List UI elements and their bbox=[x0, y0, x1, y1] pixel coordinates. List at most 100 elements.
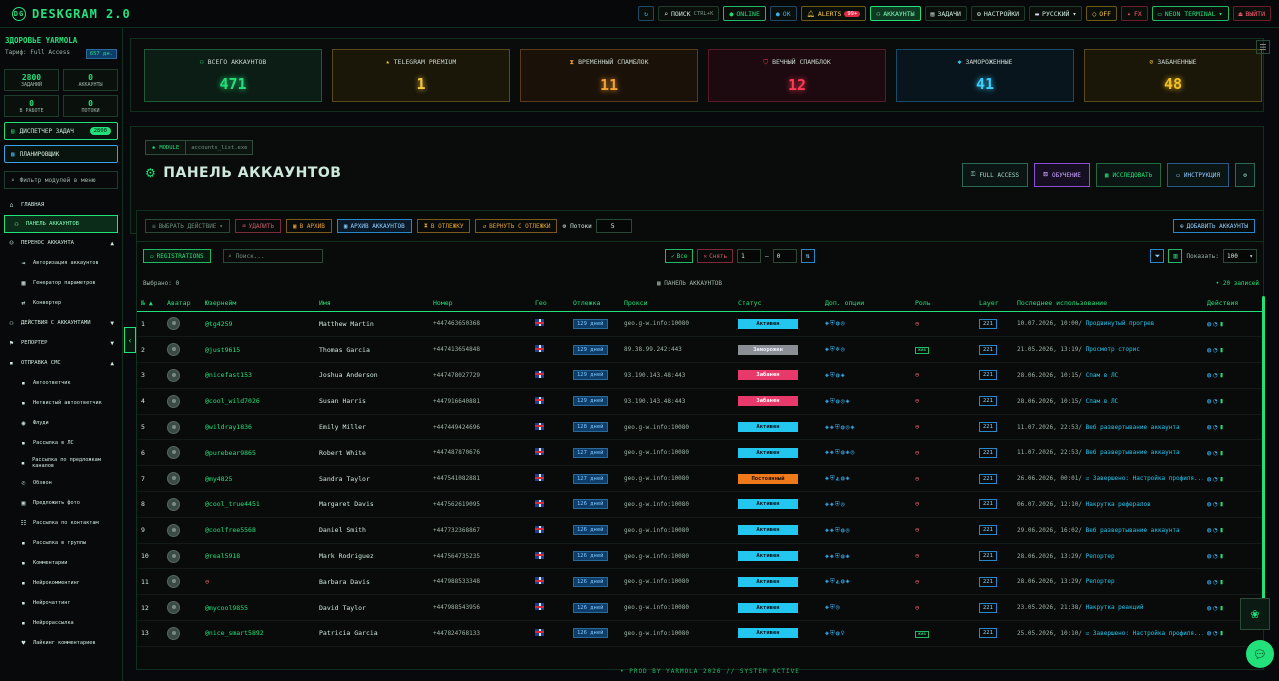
table-row[interactable]: 5 @wildray1836 Emily Miller +447449424696 12… bbox=[137, 414, 1263, 440]
avatar[interactable] bbox=[167, 601, 180, 615]
table-row[interactable]: 4 @cool_wild7026 Susan Harris +447916640881… bbox=[137, 388, 1263, 415]
table-scrollbar[interactable] bbox=[1262, 296, 1265, 630]
sidebar-item[interactable]: ▪ Нейрорассылка bbox=[0, 613, 122, 633]
tasks-button[interactable]: ▤ ЗАДАЧИ bbox=[924, 6, 967, 21]
from-cooldown-button[interactable]: ↺ ВЕРНУТЬ С ОТЛЕЖКИ bbox=[475, 219, 558, 233]
sidebar-item[interactable]: ▪ Нетвистый автоответчик bbox=[0, 393, 122, 413]
table-row[interactable]: 12 @mycool9855 David Taylor +447988543956 12… bbox=[137, 595, 1263, 621]
threads-input[interactable]: 5 bbox=[595, 219, 632, 233]
sidebar-item[interactable]: ☷ Рассылка по контактам bbox=[0, 513, 122, 533]
refresh-button[interactable]: ↻ bbox=[638, 6, 655, 21]
table-row[interactable]: 6 @purebear9865 Robert White +447487870676 1… bbox=[137, 440, 1263, 466]
column-header[interactable]: Роль bbox=[911, 295, 975, 311]
username-link[interactable]: @nice_smart5892 bbox=[205, 629, 264, 637]
column-header[interactable]: Статус bbox=[734, 295, 821, 311]
stat-in-work[interactable]: 0В РАБОТЕ bbox=[4, 95, 59, 117]
columns-button[interactable]: ▥ bbox=[1168, 249, 1183, 263]
column-header[interactable]: Аватар bbox=[163, 295, 201, 311]
dispatcher-button[interactable]: ▤ ДИСПЕТЧЕР ЗАДАЧ 2800 bbox=[4, 122, 118, 140]
username-link[interactable]: @nicefast153 bbox=[205, 371, 252, 379]
signal-icon[interactable]: ▮ bbox=[1219, 629, 1225, 637]
full-access-button[interactable]: ⚿ FULL ACCESS bbox=[961, 163, 1029, 187]
ok-indicator[interactable]: ● OK bbox=[769, 6, 797, 21]
avatar[interactable] bbox=[167, 394, 180, 408]
stat-card[interactable]: ⚇ ВСЕГО АККАУНТОВ 471 bbox=[144, 49, 322, 102]
username-link[interactable]: @cool_true4451 bbox=[205, 500, 260, 508]
sidebar-item[interactable]: ▦ Генератор параметров bbox=[0, 273, 122, 293]
avatar[interactable] bbox=[167, 420, 180, 434]
table-row[interactable]: 2 @just9615 Thomas Garcia +447413654848 129 … bbox=[137, 337, 1263, 363]
to-archive-button[interactable]: ▣ В АРХИВ bbox=[285, 219, 332, 233]
column-header[interactable]: Доп. опции bbox=[821, 295, 911, 311]
signal-icon[interactable]: ▮ bbox=[1219, 604, 1225, 612]
menu-button[interactable]: ☰ bbox=[1256, 40, 1270, 54]
alerts-button[interactable]: 🔔︎ ALERTS 99+ bbox=[800, 6, 867, 21]
stat-card[interactable]: ⛉ ВЕЧНЫЙ СПАМБЛОК 12 bbox=[708, 49, 886, 102]
signal-icon[interactable]: ▮ bbox=[1219, 423, 1225, 431]
logout-button[interactable]: ⏏ ВЫЙТИ bbox=[1232, 6, 1271, 21]
learn-button[interactable]: ⛾ ОБУЧЕНИЕ bbox=[1034, 163, 1090, 187]
sidebar-item[interactable]: ⇥ Авторизация аккаунтов bbox=[0, 253, 122, 273]
table-row[interactable]: 8 @cool_true4451 Margaret Davis +4475626190… bbox=[137, 492, 1263, 518]
settings-button[interactable]: ⚙ НАСТРОЙКИ bbox=[970, 6, 1026, 21]
username-link[interactable]: @just9615 bbox=[205, 346, 240, 354]
sidebar-item[interactable]: ▪ ОТПРАВКА СМС ▲ bbox=[0, 353, 122, 373]
avatar[interactable] bbox=[167, 523, 180, 537]
sidebar-item[interactable]: ▪ Рассылка по предложкам каналов bbox=[0, 453, 122, 473]
signal-icon[interactable]: ▮ bbox=[1219, 475, 1225, 483]
mascot-image[interactable]: ❀ bbox=[1240, 598, 1270, 630]
avatar[interactable] bbox=[167, 575, 180, 589]
app-logo[interactable]: DG DESKGRAM 2.0 bbox=[12, 6, 131, 21]
sidebar-item[interactable]: ☺ ПЕРЕНОС АККАУНТА ▲ bbox=[0, 233, 122, 253]
page-size-select[interactable]: 100 ▾ bbox=[1223, 249, 1257, 263]
add-accounts-button[interactable]: ⊕ ДОБАВИТЬ АККАУНТЫ bbox=[1172, 219, 1255, 233]
language-select[interactable]: ▬ РУССКИЙ ▾ bbox=[1029, 6, 1083, 21]
range-apply-button[interactable]: ⇅ bbox=[800, 249, 815, 263]
sidebar-item[interactable]: ▪ Нейрокомментинг bbox=[0, 573, 122, 593]
avatar[interactable] bbox=[167, 626, 180, 640]
sidebar-item[interactable]: ▪ Автоответчик bbox=[0, 373, 122, 393]
username-link[interactable]: @purebear9865 bbox=[205, 449, 256, 457]
signal-icon[interactable]: ▮ bbox=[1219, 397, 1225, 405]
range-to-input[interactable]: 0 bbox=[772, 249, 797, 263]
username-link[interactable]: @wildray1836 bbox=[205, 423, 252, 431]
username-link[interactable]: @real5918 bbox=[205, 552, 240, 560]
sidebar-collapse-button[interactable]: ‹ bbox=[124, 327, 136, 353]
avatar[interactable] bbox=[167, 343, 180, 357]
avatar[interactable] bbox=[167, 317, 180, 331]
sidebar-item[interactable]: ⚑ РЕПОРТЕР ▼ bbox=[0, 333, 122, 353]
table-row[interactable]: 1 @tg4259 Matthew Martin +447463650368 129 д… bbox=[137, 311, 1263, 337]
archive-button[interactable]: ▣ АРХИВ АККАУНТОВ bbox=[336, 219, 412, 233]
clear-selection-button[interactable]: ✕ Снять bbox=[697, 249, 734, 263]
signal-icon[interactable]: ▮ bbox=[1219, 552, 1225, 560]
sidebar-item[interactable]: ⚇ ДЕЙСТВИЯ С АККАУНТАМИ ▼ bbox=[0, 313, 122, 333]
sidebar-item[interactable]: ⚇ ПАНЕЛЬ АККАУНТОВ bbox=[4, 215, 118, 233]
sidebar-item[interactable]: ✆ Обзвон bbox=[0, 473, 122, 493]
username-link[interactable]: @mycool9855 bbox=[205, 604, 248, 612]
signal-icon[interactable]: ▮ bbox=[1219, 346, 1225, 354]
table-row[interactable]: 9 @coolfree5568 Daniel Smith +447732368867 1… bbox=[137, 517, 1263, 544]
avatar[interactable] bbox=[167, 472, 180, 486]
avatar[interactable] bbox=[167, 549, 180, 563]
stat-tasks[interactable]: 2800 ЗАДАНИЙ bbox=[4, 69, 59, 91]
username-link[interactable]: @cool_wild7026 bbox=[205, 397, 260, 405]
column-header[interactable]: Действия bbox=[1203, 295, 1263, 311]
avatar[interactable] bbox=[167, 446, 180, 460]
username-link[interactable]: @tg4259 bbox=[205, 320, 232, 328]
range-from-input[interactable]: 1 bbox=[737, 249, 762, 263]
column-header[interactable]: Гео bbox=[531, 295, 569, 311]
table-row[interactable]: 11 ⊖ Barbara Davis +447988533348 126 дней geo… bbox=[137, 569, 1263, 595]
sidebar-item[interactable]: ◉ Флуди bbox=[0, 413, 122, 433]
column-header[interactable]: Последнее использование bbox=[1013, 295, 1203, 311]
sidebar-item[interactable]: ▪ Нейрочаттинг bbox=[0, 593, 122, 613]
table-row[interactable]: 7 @my4825 Sandra Taylor +447541082881 127 дн… bbox=[137, 466, 1263, 492]
table-row[interactable]: 3 @nicefast153 Joshua Anderson +44747802772… bbox=[137, 363, 1263, 389]
research-button[interactable]: ▦ ИССЛЕДОВАТЬ bbox=[1095, 163, 1162, 187]
table-row[interactable]: 10 @real5918 Mark Rodriguez +447564735235 12… bbox=[137, 543, 1263, 569]
avatar[interactable] bbox=[167, 368, 180, 382]
stat-card[interactable]: ⊘ ЗАБАНЕННЫЕ 48 bbox=[1084, 49, 1262, 102]
theme-select[interactable]: ▭ NEON TERMINAL ▾ bbox=[1151, 6, 1229, 21]
module-filter-input[interactable]: ⌕ Фильтр модулей в меню bbox=[4, 171, 118, 189]
column-header[interactable]: Юзернейм bbox=[201, 295, 315, 311]
table-search-input[interactable]: ⌕ Поиск... bbox=[223, 249, 323, 263]
